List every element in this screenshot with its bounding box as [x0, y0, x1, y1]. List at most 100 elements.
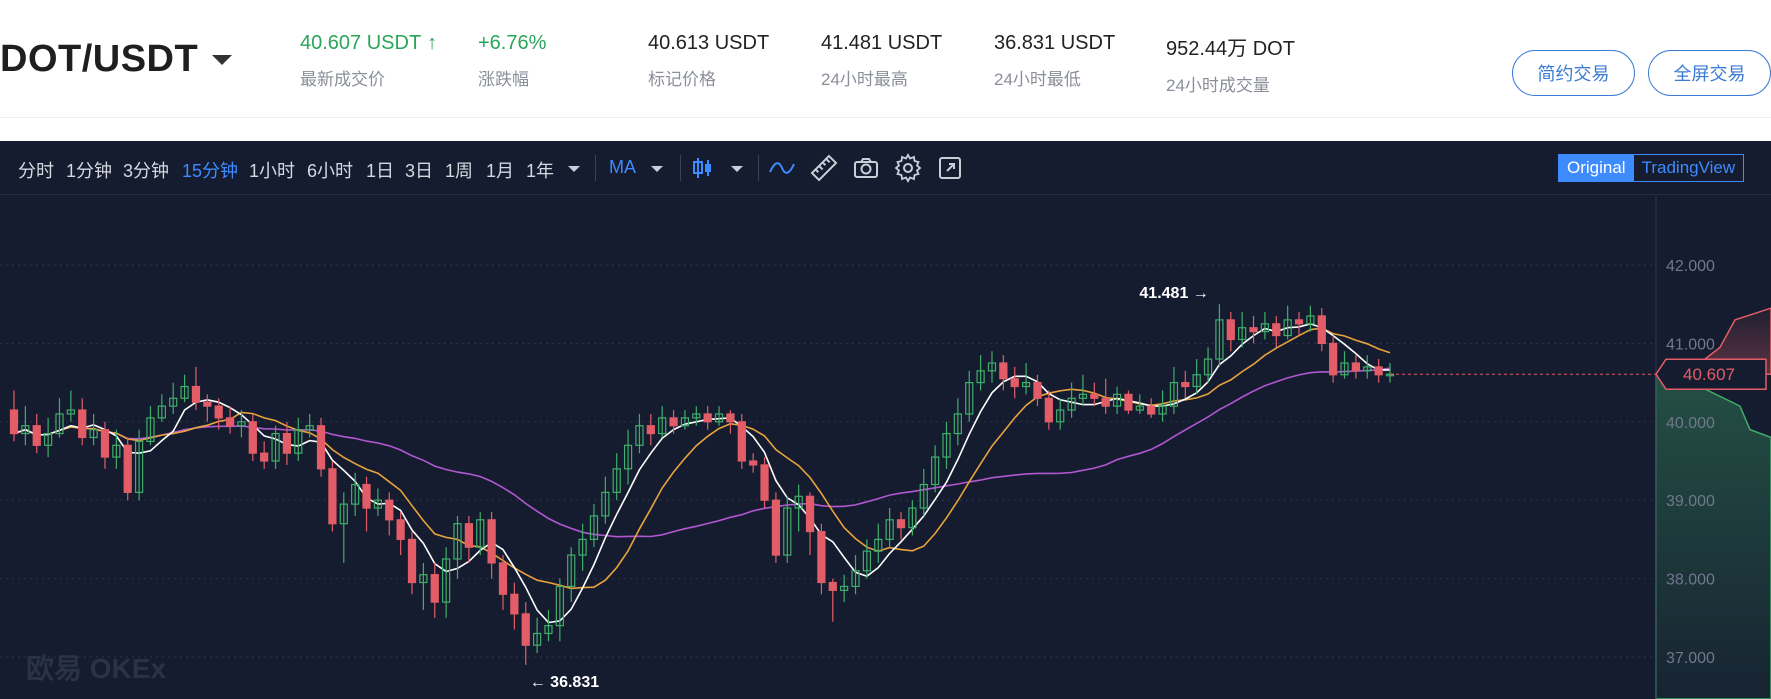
view-tradingview-button[interactable]: TradingView: [1634, 155, 1744, 181]
candle-down: [828, 581, 837, 591]
moving-averages: [13, 322, 1391, 624]
mark-price-label: 标记价格: [648, 70, 716, 89]
timeframe-tab[interactable]: 1日: [366, 157, 394, 183]
candle-down: [1249, 327, 1258, 333]
candlestick-chart[interactable]: 欧易 OKEx 42.000 41.000 40.000 39.000 38.000 37…: [0, 196, 1771, 699]
candle-down: [760, 464, 769, 501]
candle-down: [1124, 393, 1133, 411]
ma10-line: [13, 327, 1391, 590]
pair-selector[interactable]: DOT/USDT: [0, 38, 233, 81]
candle-down: [32, 425, 41, 446]
timeframe-tab[interactable]: 1周: [445, 157, 473, 183]
candle-down: [1033, 382, 1042, 399]
candle-down: [1329, 342, 1338, 376]
toolbar-divider: [680, 155, 681, 181]
candle-down: [225, 417, 235, 427]
low-label: 24小时最低: [994, 70, 1081, 89]
indicator-ma-button[interactable]: MA: [609, 157, 636, 178]
fullscreen-trade-button[interactable]: 全屏交易: [1648, 50, 1771, 96]
volume-label: 24小时成交量: [1166, 76, 1270, 95]
camera-icon[interactable]: [851, 153, 881, 183]
stat-mark-price: 40.613 USDT 标记价格: [648, 32, 769, 90]
volume-value: 952.44万 DOT: [1166, 38, 1295, 60]
candle-down: [1010, 378, 1019, 388]
candle-down: [669, 417, 678, 427]
view-switch: Original TradingView: [1558, 154, 1745, 182]
candle-down: [328, 468, 337, 525]
last-price-label: 最新成交价: [300, 70, 385, 89]
candle-down: [1294, 319, 1304, 325]
candle-down: [1147, 405, 1156, 415]
chart-panel: 分时 1分钟 3分钟 15分钟 1小时 6小时 1日 3日 1周 1月 1年 M…: [0, 141, 1771, 699]
ma30-line: [13, 367, 1391, 538]
candle-down: [407, 538, 417, 584]
ticker-header: DOT/USDT 40.607 USDT ↑ 最新成交价 +6.76% 涨跌幅 4…: [0, 0, 1771, 118]
candle-down: [260, 452, 269, 462]
candle-down: [282, 432, 292, 454]
timeframe-tab[interactable]: 1小时: [249, 157, 295, 183]
candle-down: [100, 429, 110, 458]
candle-down: [1374, 366, 1383, 376]
candle-down: [749, 460, 758, 466]
trading-page: DOT/USDT 40.607 USDT ↑ 最新成交价 +6.76% 涨跌幅 4…: [0, 0, 1771, 699]
chart-type-caret-icon[interactable]: [731, 166, 743, 172]
toolbar-divider: [595, 155, 596, 181]
candle-down: [1272, 323, 1281, 337]
simple-trade-button[interactable]: 简约交易: [1512, 50, 1635, 96]
timeframe-tab[interactable]: 6小时: [307, 157, 353, 183]
annotations: 41.481 → ← 36.831 40.607: [530, 285, 1767, 691]
y-tick-label: 38.000: [1666, 572, 1715, 589]
candle-down: [123, 444, 132, 493]
stat-last-price: 40.607 USDT ↑ 最新成交价: [300, 32, 437, 90]
candle-down: [521, 613, 530, 646]
candle-down: [805, 495, 815, 533]
candle-down: [248, 421, 257, 454]
chart-toolbar: 分时 1分钟 3分钟 15分钟 1小时 6小时 1日 3日 1周 1月 1年 M…: [0, 141, 1771, 195]
timeframe-tab[interactable]: 分时: [18, 157, 54, 183]
current-price-label: 40.607: [1683, 365, 1735, 384]
stat-24h-high: 41.481 USDT 24小时最高: [821, 32, 942, 90]
candle-down: [1226, 319, 1235, 341]
candle-down: [430, 574, 439, 603]
timeframe-tab[interactable]: 1分钟: [66, 157, 112, 183]
y-tick-label: 37.000: [1666, 650, 1715, 667]
ruler-icon[interactable]: [809, 153, 839, 183]
candles: [9, 304, 1395, 665]
candle-down: [771, 499, 781, 556]
y-tick-label: 41.000: [1666, 336, 1715, 353]
high-value: 41.481 USDT: [821, 32, 943, 54]
indicator-caret-icon[interactable]: [651, 166, 663, 172]
candle-down: [464, 523, 474, 548]
candle-down: [896, 519, 906, 529]
candle-down: [726, 413, 735, 423]
arrow-up-icon: ↑: [427, 32, 438, 54]
candle-down: [191, 385, 201, 403]
toolbar-divider: [758, 155, 759, 181]
candle-down: [646, 425, 655, 435]
timeframe-tab-active[interactable]: 15分钟: [182, 157, 238, 183]
timeframe-tab[interactable]: 1月: [486, 157, 514, 183]
candle-down: [498, 562, 508, 595]
expand-icon[interactable]: [935, 153, 965, 183]
stat-24h-volume: 952.44万 DOT 24小时成交量: [1166, 32, 1295, 96]
line-style-icon[interactable]: [767, 153, 797, 183]
watermark-logo: 欧易 OKEx: [26, 653, 166, 684]
timeframe-tab[interactable]: 1年: [526, 157, 554, 183]
timeframe-more-caret-icon[interactable]: [568, 166, 580, 172]
candle-down: [1090, 393, 1099, 399]
candle-down: [396, 519, 405, 540]
candle-down: [316, 425, 326, 470]
view-original-button[interactable]: Original: [1559, 155, 1634, 181]
candle-down: [78, 409, 87, 439]
candle-down: [214, 405, 223, 419]
candle-down: [1351, 362, 1361, 372]
timeframe-tab[interactable]: 3分钟: [123, 157, 169, 183]
timeframe-tab[interactable]: 3日: [405, 157, 433, 183]
candle-down: [817, 530, 826, 584]
ma5-line: [13, 322, 1391, 624]
y-tick-label: 40.000: [1666, 415, 1715, 432]
gear-icon[interactable]: [893, 153, 923, 183]
candle-down: [362, 483, 371, 509]
last-price-value: 40.607 USDT: [300, 32, 422, 54]
candlestick-icon[interactable]: [688, 153, 718, 183]
